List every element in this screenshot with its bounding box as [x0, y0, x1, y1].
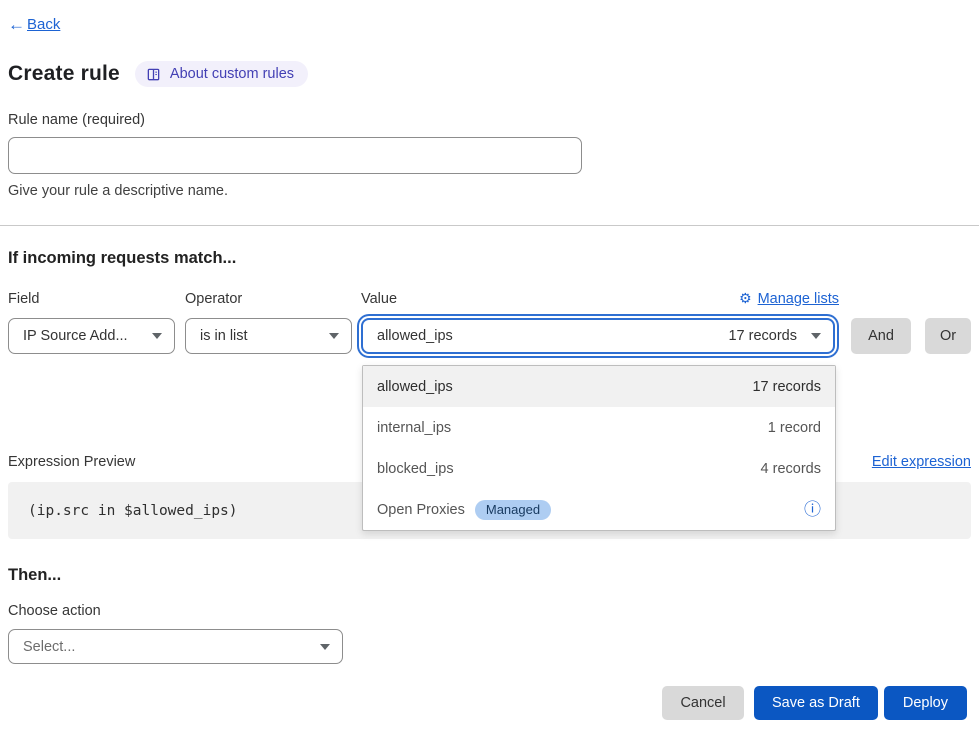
rule-name-label: Rule name (required)	[8, 112, 971, 128]
or-button[interactable]: Or	[925, 318, 971, 354]
then-section-heading: Then...	[8, 566, 971, 585]
value-select-wrap: allowed_ips 17 records allowed_ips 17 re…	[361, 318, 835, 354]
chevron-down-icon	[320, 644, 330, 650]
list-item-allowed-ips[interactable]: allowed_ips 17 records	[363, 366, 835, 407]
expression-code: (ip.src in $allowed_ips)	[28, 503, 238, 519]
manage-lists-label: Manage lists	[758, 291, 839, 307]
manage-lists-link[interactable]: ⚙ Manage lists	[739, 290, 839, 307]
list-item-name: allowed_ips	[377, 379, 453, 395]
condition-labels-row: Field Operator Value ⚙ Manage lists	[8, 290, 971, 307]
back-link[interactable]: Back	[27, 16, 60, 33]
chevron-down-icon	[811, 333, 821, 339]
back-row: ← Back	[8, 16, 971, 33]
field-select-value: IP Source Add...	[23, 328, 128, 344]
list-item-detail: 17 records	[752, 379, 821, 395]
match-section-heading: If incoming requests match...	[8, 249, 971, 268]
about-custom-rules-link[interactable]: About custom rules	[135, 61, 308, 87]
book-icon	[146, 67, 161, 82]
title-row: Create rule About custom rules	[8, 61, 971, 87]
operator-label: Operator	[185, 291, 242, 307]
choose-action-label: Choose action	[8, 603, 971, 619]
list-item-name: Open Proxies	[377, 502, 465, 518]
rule-name-helper: Give your rule a descriptive name.	[8, 183, 971, 199]
deploy-button[interactable]: Deploy	[884, 686, 967, 720]
about-custom-rules-label: About custom rules	[170, 66, 294, 82]
edit-expression-link[interactable]: Edit expression	[872, 454, 971, 470]
chevron-down-icon	[152, 333, 162, 339]
action-select[interactable]: Select...	[8, 629, 343, 664]
list-item-detail: 4 records	[761, 461, 821, 477]
section-divider	[0, 225, 979, 226]
action-select-placeholder: Select...	[23, 639, 75, 655]
value-select-detail: 17 records	[728, 328, 797, 344]
gear-icon: ⚙	[739, 290, 752, 307]
list-item-name: blocked_ips	[377, 461, 454, 477]
save-as-draft-button[interactable]: Save as Draft	[754, 686, 878, 720]
expression-preview-label: Expression Preview	[8, 454, 135, 470]
value-label: Value	[361, 291, 397, 307]
info-icon[interactable]: ⓘ	[804, 501, 821, 518]
managed-badge: Managed	[475, 500, 551, 520]
chevron-down-icon	[329, 333, 339, 339]
page-title: Create rule	[8, 62, 120, 86]
list-item-internal-ips[interactable]: internal_ips 1 record	[363, 407, 835, 448]
list-item-name: internal_ips	[377, 420, 451, 436]
field-select[interactable]: IP Source Add...	[8, 318, 175, 354]
value-dropdown: allowed_ips 17 records internal_ips 1 re…	[362, 365, 836, 531]
create-rule-page: ← Back Create rule About custom rules Ru…	[0, 0, 979, 720]
cancel-button[interactable]: Cancel	[662, 686, 744, 720]
field-label: Field	[8, 291, 39, 307]
condition-controls-row: IP Source Add... is in list allowed_ips …	[8, 318, 971, 354]
back-arrow-icon: ←	[8, 16, 25, 33]
list-item-detail: 1 record	[768, 420, 821, 436]
footer-actions: Cancel Save as Draft Deploy	[8, 686, 971, 720]
operator-select[interactable]: is in list	[185, 318, 352, 354]
list-item-blocked-ips[interactable]: blocked_ips 4 records	[363, 448, 835, 489]
and-button[interactable]: And	[851, 318, 911, 354]
value-select[interactable]: allowed_ips 17 records	[361, 318, 835, 354]
value-select-value: allowed_ips	[377, 328, 728, 344]
operator-select-value: is in list	[200, 328, 248, 344]
list-item-open-proxies[interactable]: Open Proxies Managed ⓘ	[363, 489, 835, 530]
rule-name-input[interactable]	[8, 137, 582, 174]
